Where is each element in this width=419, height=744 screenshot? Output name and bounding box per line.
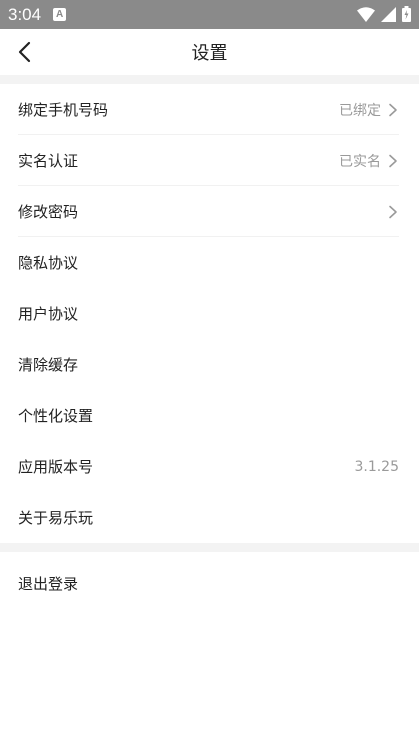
settings-item-app-version[interactable]: 应用版本号 3.1.25 [0,441,419,492]
status-bar: 3:04 A [0,0,419,29]
section-divider [0,543,419,552]
app-version-value: 3.1.25 [354,458,399,475]
row-label: 清除缓存 [18,356,79,374]
row-label: 个性化设置 [18,407,94,425]
settings-item-personalization[interactable]: 个性化设置 [0,390,419,441]
back-arrow-icon[interactable] [14,40,38,64]
row-label: 隐私协议 [18,254,79,272]
chevron-right-icon [389,154,397,167]
title-bar: 设置 [0,29,419,75]
section-divider [0,75,419,84]
row-label: 实名认证 [18,152,79,170]
settings-item-user-agreement[interactable]: 用户协议 [0,288,419,339]
row-label: 修改密码 [18,203,79,221]
chevron-right-icon [389,205,397,218]
row-label: 应用版本号 [18,458,94,476]
row-label: 关于易乐玩 [18,509,94,527]
row-value: 已绑定 [339,102,381,119]
row-label: 绑定手机号码 [18,101,109,119]
settings-list: 绑定手机号码 已绑定 实名认证 已实名 修改密码 隐私协议 用户协议 清除缓存 … [0,84,419,543]
row-value: 已实名 [339,153,381,170]
settings-item-clear-cache[interactable]: 清除缓存 [0,339,419,390]
settings-item-privacy-policy[interactable]: 隐私协议 [0,237,419,288]
row-label: 用户协议 [18,305,79,323]
settings-item-change-password[interactable]: 修改密码 [0,186,419,237]
logout-button[interactable]: 退出登录 [0,552,419,614]
status-icons [357,6,411,22]
signal-icon [381,6,396,22]
battery-icon [402,6,411,22]
settings-item-about[interactable]: 关于易乐玩 [0,492,419,543]
status-time: 3:04 [8,4,42,24]
page-title: 设置 [191,43,228,64]
notification-a-icon: A [53,8,67,21]
wifi-icon [357,6,375,22]
chevron-right-icon [389,103,397,116]
settings-item-bind-phone[interactable]: 绑定手机号码 已绑定 [0,84,419,135]
logout-label: 退出登录 [18,574,79,593]
settings-item-real-name[interactable]: 实名认证 已实名 [0,135,419,186]
